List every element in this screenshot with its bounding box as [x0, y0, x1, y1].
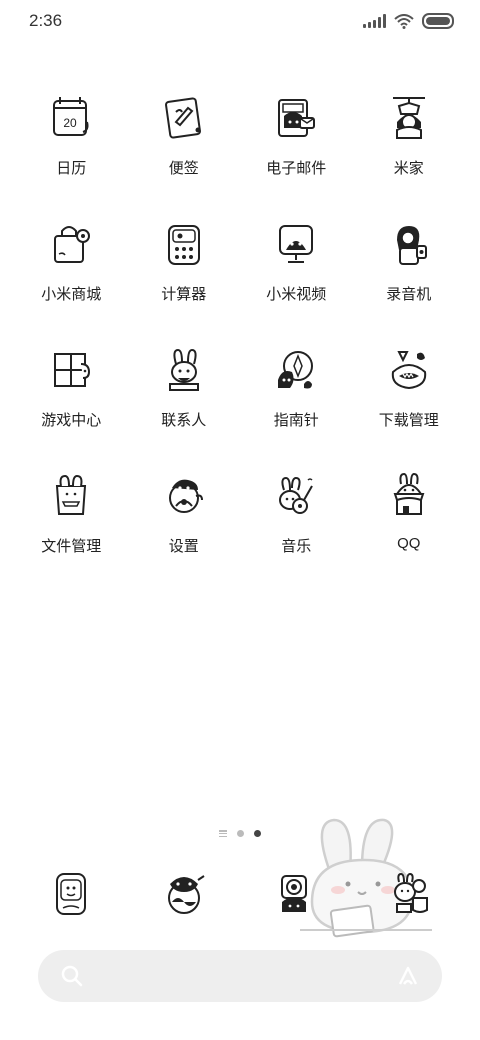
app-label: 文件管理	[41, 538, 102, 555]
app-label: 音乐	[281, 538, 312, 555]
email-icon	[268, 90, 324, 146]
page-dot-active	[254, 830, 261, 837]
recorder-icon	[381, 216, 437, 272]
search-bar[interactable]	[38, 950, 442, 1002]
shopping-bag-icon	[43, 216, 99, 272]
game-blocks-icon	[43, 342, 99, 398]
download-icon	[381, 342, 437, 398]
music-guitar-icon	[268, 468, 324, 524]
compass-icon	[268, 342, 324, 398]
app-label: 电子邮件	[266, 160, 327, 177]
calendar-date: 20	[64, 116, 78, 130]
app-mi-video[interactable]: 小米视频	[240, 216, 353, 342]
app-mijia[interactable]: 米家	[353, 90, 466, 216]
status-time: 2:36	[29, 11, 63, 30]
file-folder-icon	[43, 468, 99, 524]
app-mi-store[interactable]: 小米商城	[15, 216, 128, 342]
contacts-bunny-icon	[156, 342, 212, 398]
app-calendar[interactable]: 20 日历	[15, 90, 128, 216]
app-email[interactable]: 电子邮件	[240, 90, 353, 216]
app-music[interactable]: 音乐	[240, 468, 353, 594]
app-label: 便签	[168, 160, 199, 177]
mijia-icon	[381, 90, 437, 146]
app-calculator[interactable]: 计算器	[128, 216, 241, 342]
app-qq[interactable]: QQ	[353, 468, 466, 594]
search-icon[interactable]	[60, 964, 84, 988]
video-tv-icon	[268, 216, 324, 272]
dock-browser[interactable]	[353, 866, 466, 922]
app-drawer-indicator	[219, 830, 227, 837]
settings-icon	[156, 468, 212, 524]
app-downloads[interactable]: 下载管理	[353, 342, 466, 468]
signal-icon	[363, 14, 386, 28]
app-label: 计算器	[161, 286, 207, 303]
phone-icon	[43, 866, 99, 922]
app-label: 录音机	[386, 286, 432, 303]
app-label: QQ	[397, 535, 421, 552]
app-compass[interactable]: 指南针	[240, 342, 353, 468]
app-label: 游戏中心	[41, 412, 102, 429]
app-grid: 20 日历 便签 电子邮件 米家 小米商城 计算器 小米视频 录音机 游戏中心 …	[15, 90, 465, 594]
notes-icon	[156, 90, 212, 146]
browser-icon	[381, 866, 437, 922]
app-label: 下载管理	[378, 412, 439, 429]
status-icons	[363, 13, 454, 29]
app-notes[interactable]: 便签	[128, 90, 241, 216]
assistant-icon[interactable]	[396, 964, 420, 988]
app-label: 指南针	[273, 412, 319, 429]
app-label: 小米视频	[266, 286, 327, 303]
page-dot	[237, 830, 244, 837]
app-label: 设置	[168, 538, 199, 555]
dock	[15, 866, 465, 922]
app-game-center[interactable]: 游戏中心	[15, 342, 128, 468]
app-label: 联系人	[161, 412, 207, 429]
dock-messages[interactable]	[128, 866, 241, 922]
app-contacts[interactable]: 联系人	[128, 342, 241, 468]
qq-bunny-icon	[381, 468, 437, 524]
battery-icon	[422, 13, 454, 29]
app-label: 米家	[393, 160, 424, 177]
calculator-icon	[156, 216, 212, 272]
calendar-icon: 20	[43, 90, 99, 146]
app-label: 日历	[56, 160, 87, 177]
app-settings[interactable]: 设置	[128, 468, 241, 594]
app-recorder[interactable]: 录音机	[353, 216, 466, 342]
app-file-manager[interactable]: 文件管理	[15, 468, 128, 594]
wifi-icon	[394, 13, 414, 29]
messages-icon	[156, 866, 212, 922]
dock-phone[interactable]	[15, 866, 128, 922]
camera-icon	[268, 866, 324, 922]
dock-camera[interactable]	[240, 866, 353, 922]
status-bar: 2:36	[0, 0, 480, 42]
app-label: 小米商城	[41, 286, 102, 303]
